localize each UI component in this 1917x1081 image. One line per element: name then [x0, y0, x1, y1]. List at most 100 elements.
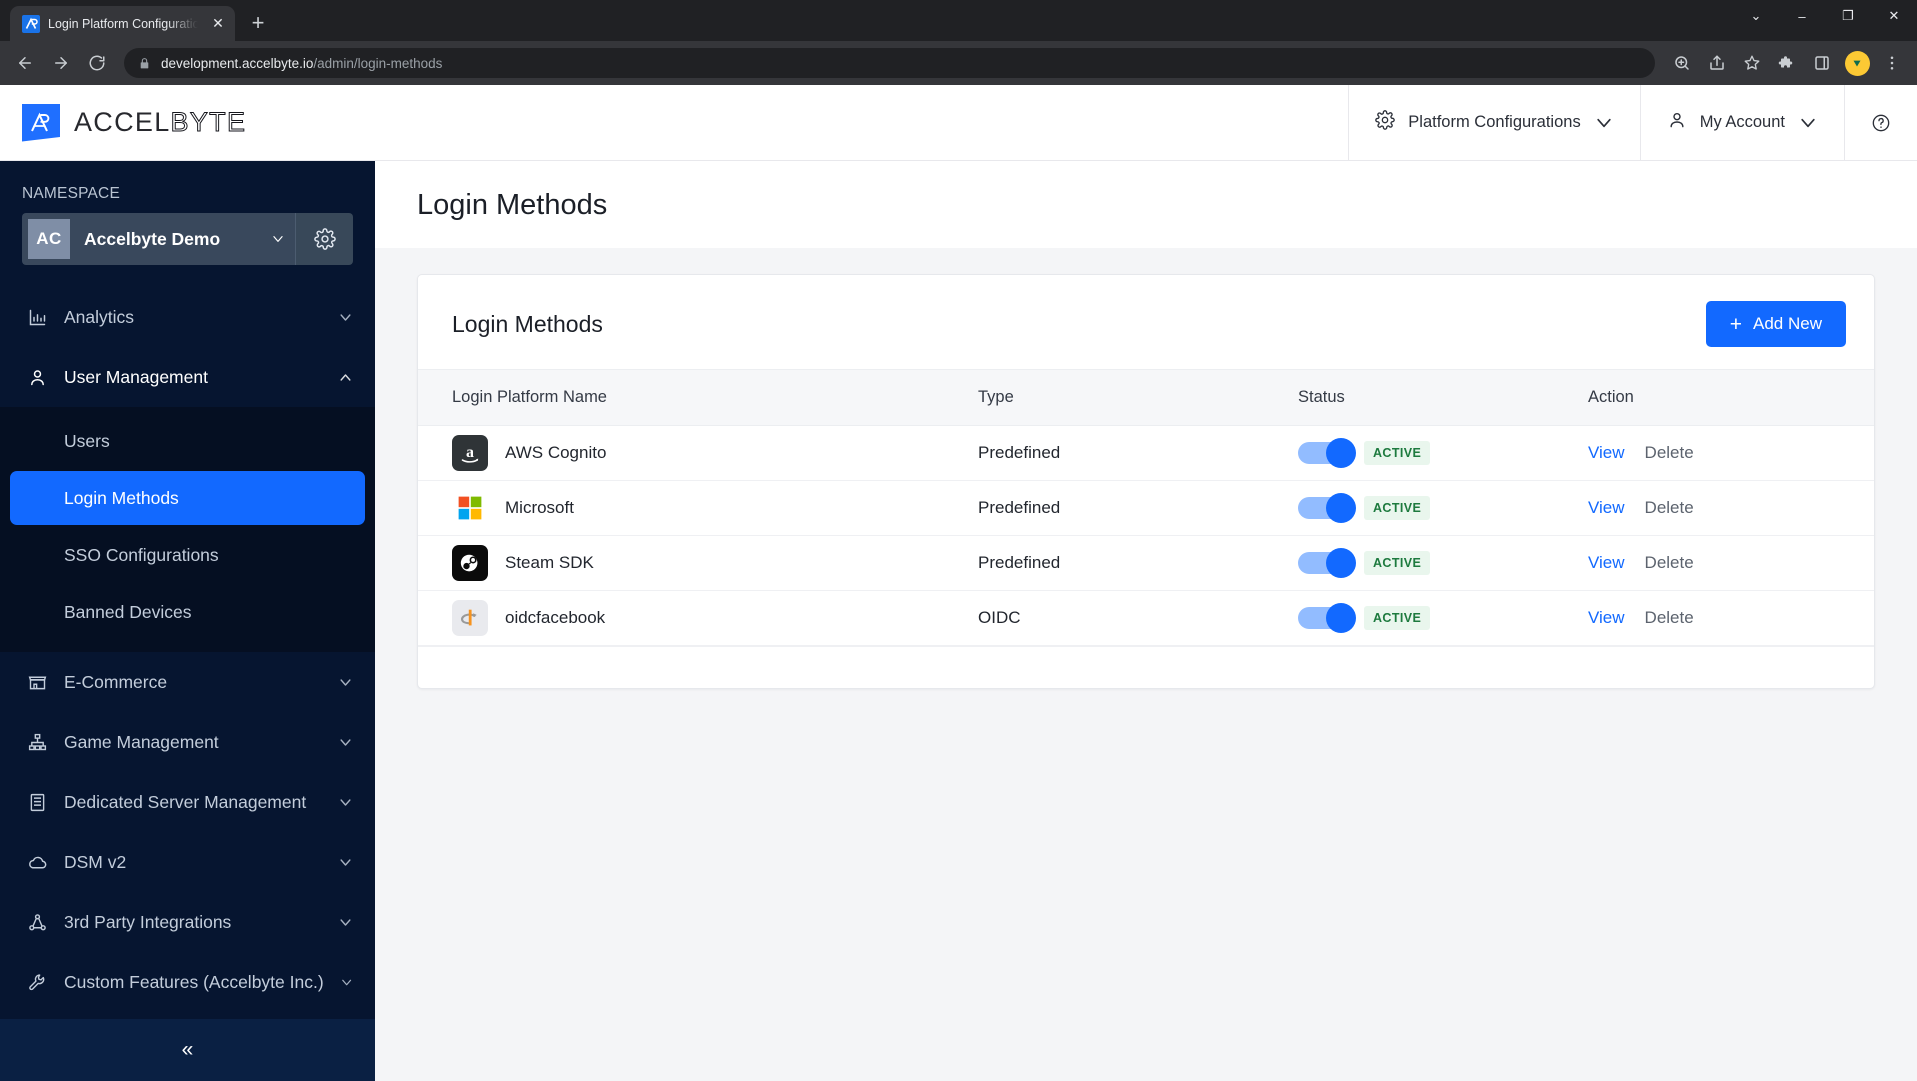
extensions-puzzle-icon[interactable]: [1770, 46, 1804, 80]
column-header-action: Action: [1588, 369, 1874, 426]
sidebar-item-3rd-party-integrations[interactable]: 3rd Party Integrations: [0, 892, 375, 952]
cell-type: OIDC: [978, 590, 1298, 646]
cell-type: Predefined: [978, 425, 1298, 481]
accelbyte-logo[interactable]: ACCELBYTE: [0, 85, 246, 160]
namespace-select[interactable]: AC Accelbyte Demo: [22, 213, 295, 265]
view-link[interactable]: View: [1588, 443, 1625, 463]
sidebar-subitem-label: Login Methods: [64, 487, 179, 508]
delete-link[interactable]: Delete: [1645, 553, 1694, 573]
card-footer: [418, 646, 1874, 688]
status-toggle[interactable]: [1298, 548, 1356, 578]
sidebar-item-sso-configurations[interactable]: SSO Configurations: [10, 528, 365, 582]
chart-bar-icon: [26, 306, 48, 328]
chevron-down-icon: [340, 678, 351, 686]
table-header-row: Login Platform Name Type Status Action: [418, 369, 1874, 426]
tab-search-button[interactable]: ⌄: [1733, 0, 1779, 32]
chevron-down-icon: [273, 236, 283, 242]
sidebar-submenu-user-management: Users Login Methods SSO Configurations B…: [0, 407, 375, 652]
cell-status: ACTIVE: [1298, 590, 1588, 646]
side-panel-icon[interactable]: [1805, 46, 1839, 80]
wrench-icon: [26, 971, 48, 993]
table-row: Microsoft Predefined ACTIVE View Delete: [418, 480, 1874, 536]
namespace-settings-button[interactable]: [295, 213, 353, 265]
main-scroll-area: Login Methods + Add New Login Platform N…: [375, 248, 1917, 1081]
browser-tab[interactable]: Login Platform Configuration | Ac ✕: [10, 6, 235, 41]
user-icon: [26, 366, 48, 388]
cell-action: View Delete: [1588, 480, 1874, 536]
my-account-menu[interactable]: My Account: [1639, 85, 1844, 160]
cell-type: Predefined: [978, 480, 1298, 536]
cell-action: View Delete: [1588, 590, 1874, 646]
amazon-aws-icon: a: [452, 435, 488, 471]
page-viewport: ACCELBYTE Platform Configurations My Acc…: [0, 85, 1917, 1081]
chevron-down-icon: [340, 738, 351, 746]
browser-window: Login Platform Configuration | Ac ✕ + ⌄ …: [0, 0, 1917, 1081]
status-toggle[interactable]: [1298, 438, 1356, 468]
sidebar-item-users[interactable]: Users: [10, 414, 365, 468]
sidebar-collapse-button[interactable]: «: [0, 1019, 375, 1081]
sidebar-item-e-commerce[interactable]: E-Commerce: [0, 652, 375, 712]
sidebar-item-game-management[interactable]: Game Management: [0, 712, 375, 772]
chevron-down-icon: [340, 313, 351, 321]
forward-icon[interactable]: [44, 46, 78, 80]
close-window-button[interactable]: ✕: [1871, 0, 1917, 32]
lock-icon: [138, 57, 151, 70]
zoom-icon[interactable]: [1665, 46, 1699, 80]
namespace-initials: AC: [28, 219, 70, 259]
sidebar-item-login-methods[interactable]: Login Methods: [10, 471, 365, 525]
sidebar-item-dsm-v2[interactable]: DSM v2: [0, 832, 375, 892]
sidebar-item-label: DSM v2: [64, 851, 127, 872]
accelbyte-logo-mark: [22, 103, 60, 142]
table-body: a AWS Cognito Predefined ACTIVE View Del…: [418, 425, 1874, 646]
minimize-button[interactable]: –: [1779, 0, 1825, 32]
platform-configurations-menu[interactable]: Platform Configurations: [1348, 85, 1639, 160]
login-platform-name: Microsoft: [505, 498, 574, 517]
share-icon[interactable]: [1700, 46, 1734, 80]
chevron-down-icon: [340, 858, 351, 866]
chrome-menu-icon[interactable]: [1875, 46, 1909, 80]
status-badge: ACTIVE: [1364, 441, 1431, 465]
back-icon[interactable]: [8, 46, 42, 80]
cell-status: ACTIVE: [1298, 480, 1588, 536]
sidebar-item-user-management[interactable]: User Management: [0, 347, 375, 407]
view-link[interactable]: View: [1588, 553, 1625, 573]
address-bar[interactable]: development.accelbyte.io/admin/login-met…: [124, 48, 1655, 78]
cell-login-platform-name: Microsoft: [418, 480, 978, 536]
cell-login-platform-name: Steam SDK: [418, 535, 978, 591]
delete-link[interactable]: Delete: [1645, 498, 1694, 518]
sidebar-item-label: User Management: [64, 366, 208, 387]
steam-icon: [452, 545, 488, 581]
status-toggle[interactable]: [1298, 603, 1356, 633]
toggle-knob: [1326, 603, 1356, 633]
view-link[interactable]: View: [1588, 608, 1625, 628]
sitemap-icon: [26, 731, 48, 753]
card-title: Login Methods: [452, 310, 603, 337]
close-tab-icon[interactable]: ✕: [209, 15, 227, 33]
user-icon: [1667, 110, 1687, 135]
sidebar-item-analytics[interactable]: Analytics: [0, 287, 375, 347]
sidebar-item-label: 3rd Party Integrations: [64, 911, 232, 932]
chevron-down-icon: [1801, 118, 1815, 127]
bookmark-star-icon[interactable]: [1735, 46, 1769, 80]
toolbar-right-icons: [1665, 46, 1909, 80]
sidebar-item-banned-devices[interactable]: Banned Devices: [10, 585, 365, 639]
sidebar-item-label: E-Commerce: [64, 671, 168, 692]
sidebar-item-dedicated-server-management[interactable]: Dedicated Server Management: [0, 772, 375, 832]
app-header: ACCELBYTE Platform Configurations My Acc…: [0, 85, 1917, 161]
logo-byte: BYTE: [170, 107, 247, 138]
microsoft-icon: [452, 490, 488, 526]
delete-link[interactable]: Delete: [1645, 608, 1694, 628]
help-button[interactable]: [1844, 85, 1917, 160]
add-new-button[interactable]: + Add New: [1705, 301, 1846, 347]
status-toggle[interactable]: [1298, 493, 1356, 523]
maximize-button[interactable]: ❐: [1825, 0, 1871, 32]
table-row: Steam SDK Predefined ACTIVE View Delete: [418, 535, 1874, 591]
delete-link[interactable]: Delete: [1645, 443, 1694, 463]
reload-icon[interactable]: [80, 46, 114, 80]
sidebar-item-custom-features[interactable]: Custom Features (Accelbyte Inc.): [0, 952, 375, 1012]
view-link[interactable]: View: [1588, 498, 1625, 518]
chevron-down-icon: [340, 918, 351, 926]
toggle-knob: [1326, 438, 1356, 468]
profile-avatar-icon[interactable]: [1840, 46, 1874, 80]
new-tab-button[interactable]: +: [241, 6, 275, 40]
